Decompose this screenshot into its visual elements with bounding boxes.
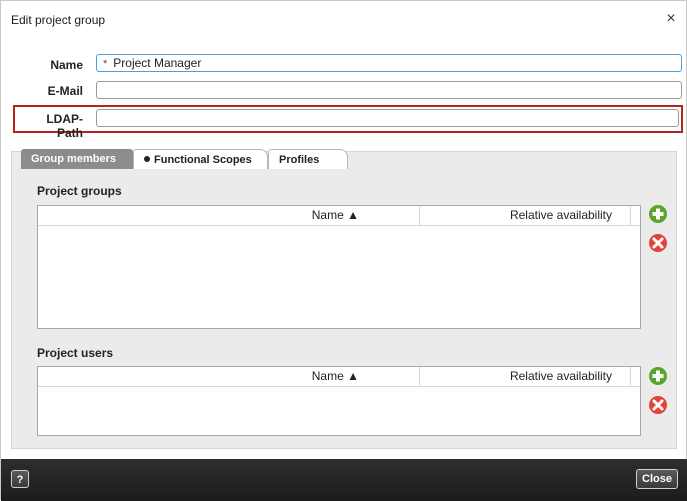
close-icon[interactable]: × xyxy=(663,11,679,27)
required-icon: * xyxy=(103,58,108,70)
tab-label: Group members xyxy=(31,153,116,165)
dialog-titlebar: Edit project group × xyxy=(1,1,686,37)
tab-label: Functional Scopes xyxy=(154,154,252,166)
close-button[interactable]: Close xyxy=(636,469,678,489)
tab-profiles[interactable]: Profiles xyxy=(268,149,348,169)
name-field[interactable]: * Project Manager xyxy=(96,54,682,72)
table-header: Name ▲ Relative availability xyxy=(38,367,640,387)
name-label: Name xyxy=(50,58,83,72)
project-groups-title: Project groups xyxy=(37,184,122,198)
project-users-table[interactable]: Name ▲ Relative availability xyxy=(37,366,641,436)
email-label: E-Mail xyxy=(47,84,83,98)
remove-project-group-button[interactable] xyxy=(648,233,668,253)
bullet-icon xyxy=(144,156,150,163)
project-groups-table[interactable]: Name ▲ Relative availability xyxy=(37,205,641,329)
tab-label: Profiles xyxy=(279,154,320,166)
help-button[interactable]: ? xyxy=(11,470,29,488)
tab-functional-scopes[interactable]: Functional Scopes xyxy=(133,149,268,169)
ldap-path-field[interactable] xyxy=(96,109,679,127)
email-field[interactable] xyxy=(96,81,682,99)
project-users-title: Project users xyxy=(37,346,114,360)
remove-project-user-button[interactable] xyxy=(648,395,668,415)
remove-icon xyxy=(649,396,667,414)
add-project-group-button[interactable] xyxy=(648,204,668,224)
add-project-user-button[interactable] xyxy=(648,366,668,386)
column-header-relative-availability[interactable]: Relative availability xyxy=(421,206,631,225)
dialog-footer: ? Close xyxy=(1,459,687,501)
remove-icon xyxy=(649,234,667,252)
column-header-name[interactable]: Name ▲ xyxy=(38,206,420,225)
edit-project-group-dialog: Edit project group × Name * Project Manag… xyxy=(0,0,687,501)
add-icon xyxy=(649,367,667,385)
dialog-title: Edit project group xyxy=(11,13,106,27)
ldap-path-label: LDAP-Path xyxy=(46,112,83,140)
tab-group-members[interactable]: Group members xyxy=(21,149,133,169)
column-header-name[interactable]: Name ▲ xyxy=(38,367,420,386)
column-header-relative-availability[interactable]: Relative availability xyxy=(421,367,631,386)
table-header: Name ▲ Relative availability xyxy=(38,206,640,226)
name-value: Project Manager xyxy=(113,56,202,70)
add-icon xyxy=(649,205,667,223)
